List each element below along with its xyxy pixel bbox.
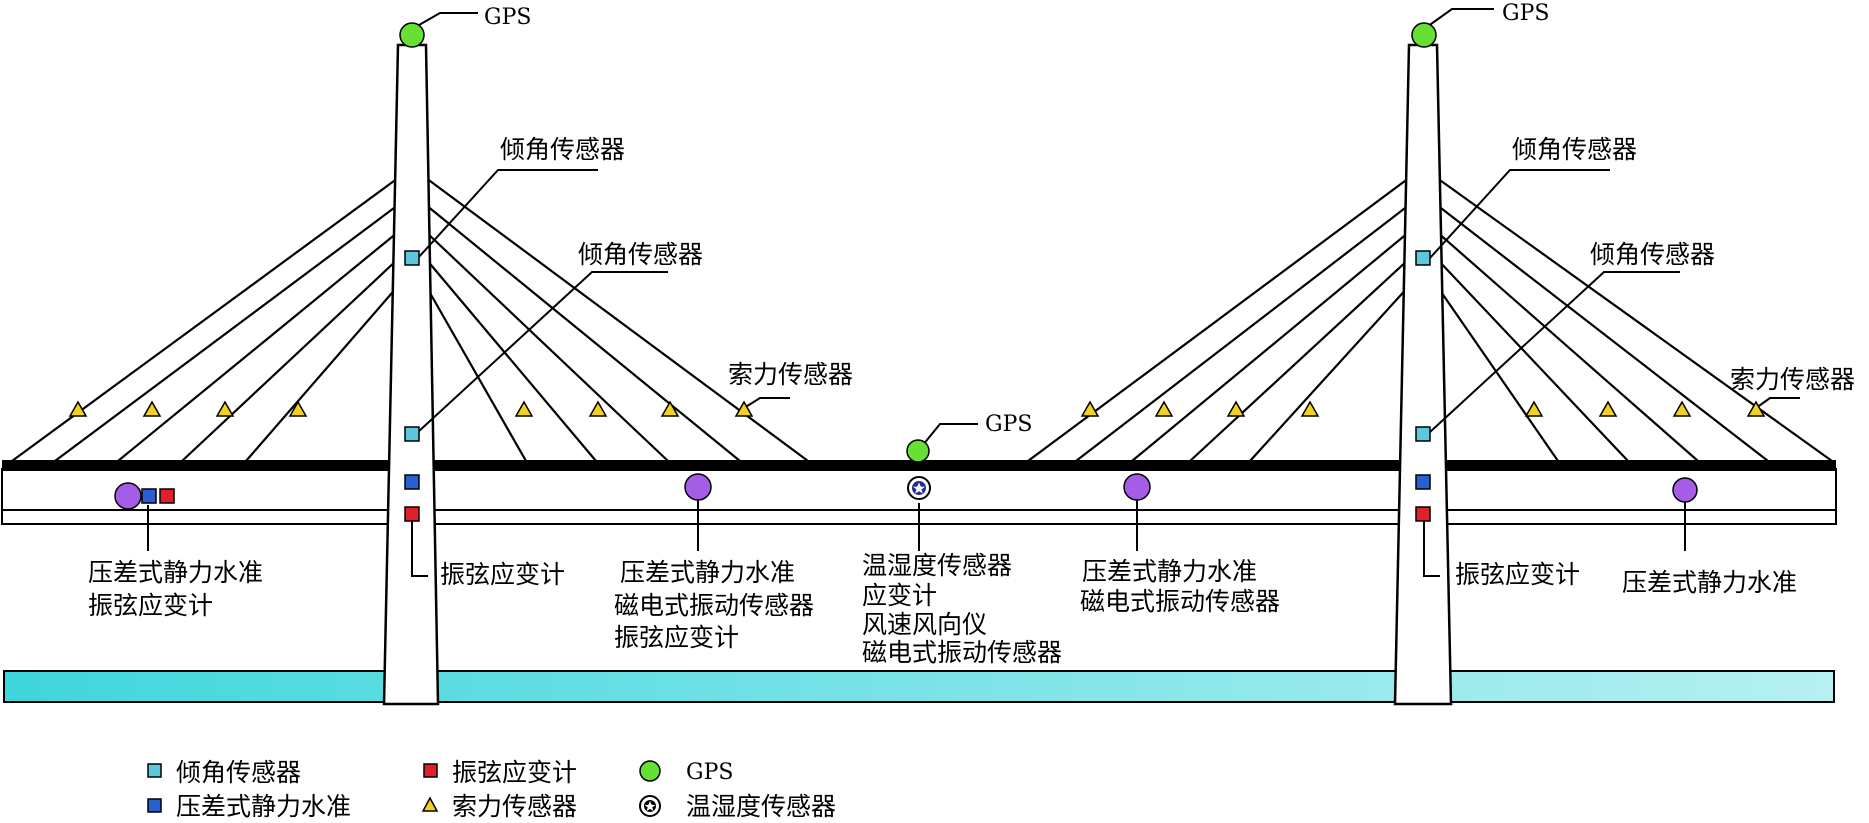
cable-force-marker: [142, 400, 162, 417]
cable-force-marker: [1300, 400, 1320, 417]
cable-force-label-right: 索力传感器: [1730, 365, 1855, 394]
gps-label-right: GPS: [1502, 1, 1549, 26]
stay-cable: [1027, 177, 1410, 462]
cable-force-marker: [1154, 400, 1174, 417]
left-tower: [382, 43, 440, 706]
temp-humidity-marker: [907, 476, 931, 500]
static-level-circle-marker: [114, 482, 142, 510]
cable-force-marker: [1226, 400, 1246, 417]
tilt-sensor-marker: [404, 250, 420, 266]
tilt-sensor-marker: [1415, 426, 1431, 442]
legend-vibrating-wire-swatch: [423, 763, 438, 778]
gps-marker: [399, 22, 425, 48]
cable-force-marker: [514, 400, 534, 417]
leader-line: [743, 397, 790, 409]
static-level-label-2: 压差式静力水准: [620, 558, 795, 587]
tilt-label-right-2: 倾角传感器: [1590, 240, 1715, 269]
water: [3, 670, 1835, 703]
bridge-monitoring-diagram: GPS GPS GPS 倾角传感器 倾角传感器 倾角传感器 倾角传感器 索力传感…: [1, 1, 1855, 821]
diagram-labels: GPS GPS GPS 倾角传感器 倾角传感器 倾角传感器 倾角传感器 索力传感…: [88, 1, 1855, 667]
stay-cable: [11, 177, 399, 462]
stay-cable: [1436, 285, 1559, 462]
legend-static-level-swatch: [147, 798, 162, 813]
static-level-label-4: 压差式静力水准: [1622, 568, 1797, 597]
static-level-marker: [141, 488, 157, 504]
tilt-label-left-2: 倾角传感器: [578, 240, 703, 269]
leader-line: [1423, 8, 1494, 30]
static-level-label-3: 压差式静力水准: [1082, 557, 1257, 586]
stay-cable: [181, 258, 399, 462]
gps-marker: [906, 439, 930, 463]
cable-force-marker: [1672, 400, 1692, 417]
sensor-markers: [68, 22, 1766, 522]
stay-cable: [245, 285, 399, 462]
stay-cable: [54, 204, 399, 462]
vibrating-wire-marker: [404, 506, 420, 522]
stay-cable: [425, 177, 809, 462]
legend-gps-label: GPS: [686, 760, 733, 785]
static-level-marker: [404, 474, 420, 490]
leader-line: [1429, 169, 1610, 259]
legend-tilt-swatch: [147, 763, 162, 778]
legend-vibrating-wire-label: 振弦应变计: [452, 758, 577, 787]
gps-label-mid: GPS: [985, 412, 1032, 437]
stay-cable: [1249, 285, 1410, 462]
stay-cable: [1131, 231, 1410, 462]
gps-marker: [1411, 22, 1437, 48]
legend-gps-swatch: [639, 760, 661, 782]
leader-line: [417, 169, 598, 259]
temp-humidity-label: 温湿度传感器: [862, 551, 1012, 580]
cable-force-label-left: 索力传感器: [728, 360, 853, 389]
legend-static-level-label: 压差式静力水准: [176, 792, 351, 821]
legend-tilt-label: 倾角传感器: [176, 758, 301, 787]
stay-cables: [11, 177, 1833, 462]
stay-cable: [425, 258, 597, 462]
cable-force-marker: [215, 400, 235, 417]
static-level-circle-marker: [684, 473, 712, 501]
legend: 倾角传感器 压差式静力水准 振弦应变计 索力传感器 GPS 温湿度传感器: [147, 758, 836, 821]
leader-line: [411, 12, 478, 30]
strain-label: 应变计: [862, 581, 937, 610]
stay-cable: [1075, 204, 1410, 462]
vibrating-wire-marker: [1415, 506, 1431, 522]
vibrating-wire-label-right-tower: 振弦应变计: [1455, 560, 1580, 589]
magnetic-vib-label-2: 磁电式振动传感器: [614, 591, 814, 620]
magnetic-vib-label-mid: 磁电式振动传感器: [862, 638, 1062, 667]
cable-force-marker: [1080, 400, 1100, 417]
vibrating-wire-label-2: 振弦应变计: [614, 623, 739, 652]
static-level-marker: [1415, 474, 1431, 490]
cable-force-marker: [1524, 400, 1544, 417]
tilt-sensor-marker: [1415, 250, 1431, 266]
tilt-label-right-1: 倾角传感器: [1512, 135, 1637, 164]
cable-force-marker: [1598, 400, 1618, 417]
static-level-circle-marker: [1672, 477, 1698, 503]
tilt-sensor-marker: [404, 426, 420, 442]
anemometer-label: 风速风向仪: [862, 610, 987, 639]
vibrating-wire-marker: [159, 488, 175, 504]
legend-temp-humidity-label: 温湿度传感器: [686, 792, 836, 821]
leader-line: [417, 271, 668, 433]
static-level-circle-marker: [1123, 473, 1151, 501]
leader-line: [1755, 397, 1800, 409]
right-tower: [1393, 43, 1453, 706]
stay-cable: [1436, 258, 1629, 462]
cable-force-marker: [588, 400, 608, 417]
vibrating-wire-label-left-tower: 振弦应变计: [440, 560, 565, 589]
static-level-label-1: 压差式静力水准: [88, 558, 263, 587]
legend-temp-humidity-swatch: [639, 795, 661, 817]
stay-cable: [117, 231, 399, 462]
vibrating-wire-label-1: 振弦应变计: [88, 591, 213, 620]
legend-cable-force-label: 索力传感器: [452, 792, 577, 821]
tilt-label-left-1: 倾角传感器: [500, 135, 625, 164]
gps-label-left: GPS: [484, 5, 531, 30]
legend-cable-force-swatch: [421, 796, 439, 812]
magnetic-vib-label-3: 磁电式振动传感器: [1080, 587, 1280, 616]
stay-cable: [1436, 177, 1833, 462]
